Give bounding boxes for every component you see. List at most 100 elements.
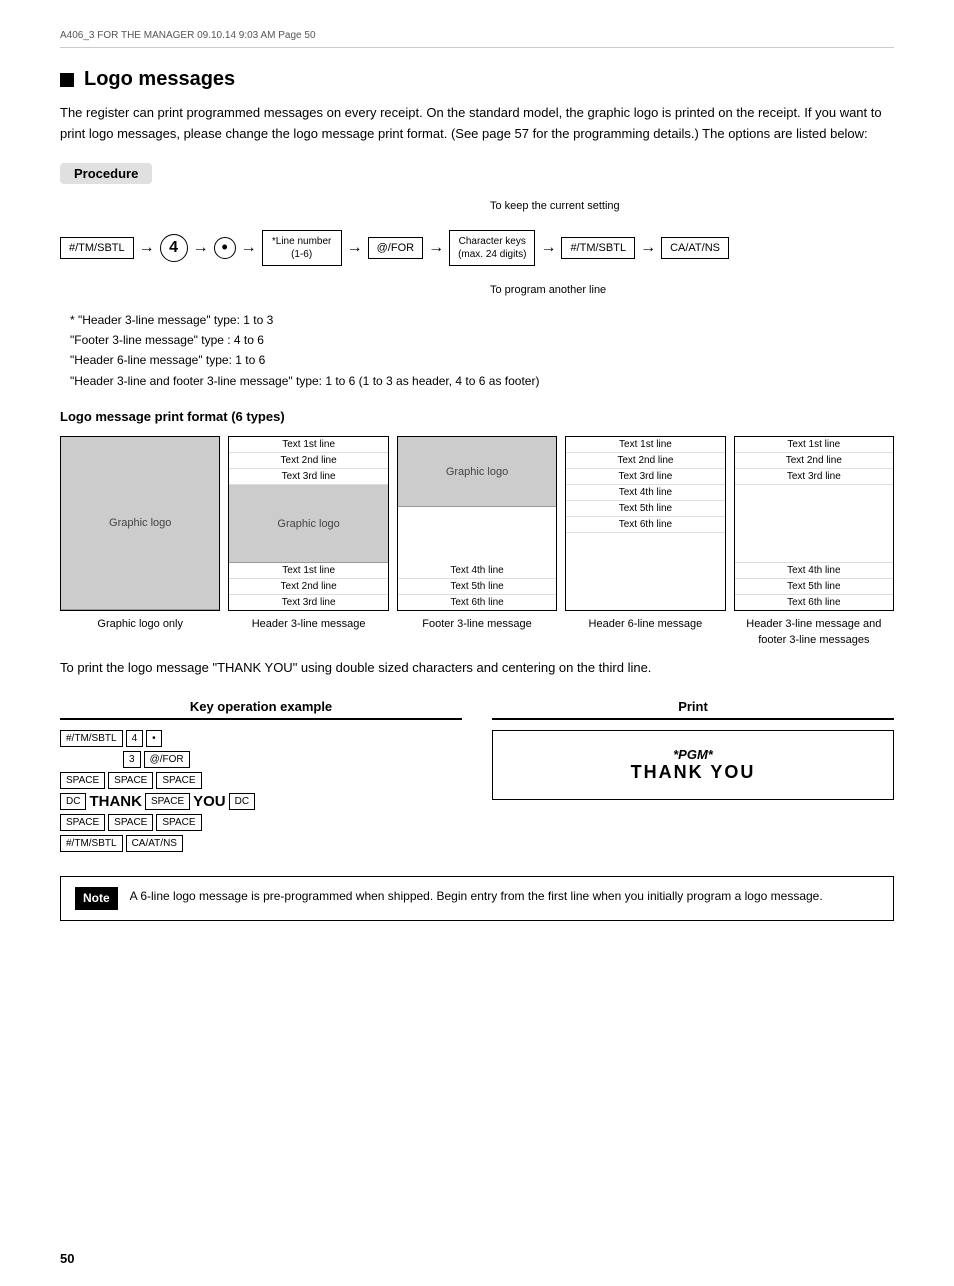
- format-item-1: Graphic logo Graphic logo only: [60, 436, 220, 632]
- note-line-1: * "Header 3-line message" type: 1 to 3: [70, 310, 894, 330]
- flow-diagram: To keep the current setting #/TM/SBTL → …: [60, 200, 894, 296]
- page: A406_3 FOR THE MANAGER 09.10.14 9:03 AM …: [0, 0, 954, 1286]
- note-text: A 6-line logo message is pre-programmed …: [130, 887, 823, 906]
- format-item-5: Text 1st line Text 2nd line Text 3rd lin…: [734, 436, 894, 648]
- receipt-box-2: Text 1st line Text 2nd line Text 3rd lin…: [228, 436, 388, 611]
- note-box: Note A 6-line logo message is pre-progra…: [60, 876, 894, 921]
- key-row-3: SPACE SPACE SPACE: [60, 772, 462, 789]
- key-3: 3: [123, 751, 141, 768]
- format-grid: Graphic logo Graphic logo only Text 1st …: [60, 436, 894, 648]
- print-pgm: *PGM*: [673, 747, 713, 762]
- section-title: Logo messages: [60, 68, 894, 91]
- r5-t6: Text 6th line: [735, 595, 893, 610]
- r2-t1: Text 1st line: [229, 437, 387, 453]
- arrow-3: →: [241, 239, 257, 257]
- key-space-7: SPACE: [156, 814, 201, 831]
- page-number: 50: [60, 1251, 74, 1266]
- key-dc-2: DC: [229, 793, 255, 810]
- format-label-5: Header 3-line message and footer 3-line …: [734, 617, 894, 648]
- flow-main-row: #/TM/SBTL → 4 → • → *Line number(1-6) → …: [60, 230, 894, 266]
- key-row-1: #/TM/SBTL 4 •: [60, 730, 462, 747]
- receipt-box-4: Text 1st line Text 2nd line Text 3rd lin…: [565, 436, 725, 611]
- notes-section: * "Header 3-line message" type: 1 to 3 "…: [70, 310, 894, 392]
- page-title: Logo messages: [84, 68, 235, 91]
- arrow-2: →: [193, 239, 209, 257]
- r5-t5: Text 5th line: [735, 579, 893, 595]
- key-space-5: SPACE: [60, 814, 105, 831]
- note-line-3: "Header 6-line message" type: 1 to 6: [70, 350, 894, 370]
- key-dot: •: [146, 730, 162, 747]
- key-dc-1: DC: [60, 793, 86, 810]
- r4-t2: Text 2nd line: [566, 453, 724, 469]
- key-row-6: #/TM/SBTL CA/AT/NS: [60, 835, 462, 852]
- format-label-4: Header 6-line message: [589, 617, 703, 632]
- format-item-4: Text 1st line Text 2nd line Text 3rd lin…: [565, 436, 725, 632]
- key-tmstbl-1: #/TM/SBTL: [60, 730, 123, 747]
- r5-t4: Text 4th line: [735, 563, 893, 579]
- arrow-4: →: [347, 239, 363, 257]
- graphic-logo-1: Graphic logo: [61, 437, 219, 610]
- graphic-logo-3: Graphic logo: [398, 437, 556, 507]
- key-space-3: SPACE: [156, 772, 201, 789]
- procedure-box: Procedure: [60, 163, 152, 184]
- key-row-4: DC THANK SPACE YOU DC: [60, 793, 462, 810]
- print-col: Print *PGM* THANK YOU: [492, 699, 894, 800]
- format-section-title: Logo message print format (6 types): [60, 409, 894, 424]
- print-title: Print: [492, 699, 894, 720]
- key-you: YOU: [193, 793, 226, 810]
- receipt-box-5: Text 1st line Text 2nd line Text 3rd lin…: [734, 436, 894, 611]
- r4-t1: Text 1st line: [566, 437, 724, 453]
- r2-t2: Text 2nd line: [229, 453, 387, 469]
- key-tmstbl-2: #/TM/SBTL: [60, 835, 123, 852]
- flow-box-caatns: CA/AT/NS: [661, 237, 729, 259]
- r3-t5: Text 5th line: [398, 579, 556, 595]
- print-thank-you: THANK YOU: [631, 762, 756, 783]
- key-example-section: Key operation example #/TM/SBTL 4 • 3 @/…: [60, 699, 894, 856]
- flow-box-tmstbl: #/TM/SBTL: [561, 237, 635, 259]
- r5-t2: Text 2nd line: [735, 453, 893, 469]
- note-line-2: "Footer 3-line message" type : 4 to 6: [70, 330, 894, 350]
- r4-t5: Text 5th line: [566, 501, 724, 517]
- flow-label-top: To keep the current setting: [490, 200, 620, 212]
- example-intro-text: To print the logo message "THANK YOU" us…: [60, 658, 894, 679]
- key-space-6: SPACE: [108, 814, 153, 831]
- key-space-4: SPACE: [145, 793, 190, 810]
- r5-t1: Text 1st line: [735, 437, 893, 453]
- receipt-box-3: Graphic logo Text 4th line Text 5th line…: [397, 436, 557, 611]
- key-atfor: @/FOR: [144, 751, 190, 768]
- key-thank: THANK: [89, 793, 142, 810]
- format-item-3: Graphic logo Text 4th line Text 5th line…: [397, 436, 557, 632]
- flow-dot: •: [214, 237, 236, 259]
- key-operation-title: Key operation example: [60, 699, 462, 720]
- note-label: Note: [75, 887, 118, 910]
- receipt-box-1: Graphic logo: [60, 436, 220, 611]
- key-row-5: SPACE SPACE SPACE: [60, 814, 462, 831]
- flow-circle-4: 4: [160, 234, 188, 262]
- intro-text: The register can print programmed messag…: [60, 103, 894, 145]
- flow-box-char-keys: Character keys(max. 24 digits): [449, 230, 535, 266]
- r3-t4: Text 4th line: [398, 563, 556, 579]
- flow-box-1: #/TM/SBTL: [60, 237, 134, 259]
- r2-t3: Text 3rd line: [229, 469, 387, 485]
- r4-t6: Text 6th line: [566, 517, 724, 533]
- flow-box-for: @/FOR: [368, 237, 423, 259]
- flow-label-bottom: To program another line: [490, 284, 606, 296]
- graphic-logo-2: Graphic logo: [229, 485, 387, 563]
- key-space-1: SPACE: [60, 772, 105, 789]
- format-label-1: Graphic logo only: [97, 617, 183, 632]
- key-operation-col: Key operation example #/TM/SBTL 4 • 3 @/…: [60, 699, 462, 856]
- flow-box-line-number: *Line number(1-6): [262, 230, 342, 266]
- r2-t6: Text 3rd line: [229, 595, 387, 610]
- arrow-6: →: [540, 239, 556, 257]
- key-example-grid: Key operation example #/TM/SBTL 4 • 3 @/…: [60, 699, 894, 856]
- arrow-7: →: [640, 239, 656, 257]
- r5-t3: Text 3rd line: [735, 469, 893, 485]
- arrow-5: →: [428, 239, 444, 257]
- page-header-text: A406_3 FOR THE MANAGER 09.10.14 9:03 AM …: [60, 30, 316, 41]
- format-label-2: Header 3-line message: [252, 617, 366, 632]
- format-label-3: Footer 3-line message: [422, 617, 531, 632]
- r2-t4: Text 1st line: [229, 563, 387, 579]
- key-4: 4: [126, 730, 144, 747]
- format-item-2: Text 1st line Text 2nd line Text 3rd lin…: [228, 436, 388, 632]
- print-box: *PGM* THANK YOU: [492, 730, 894, 800]
